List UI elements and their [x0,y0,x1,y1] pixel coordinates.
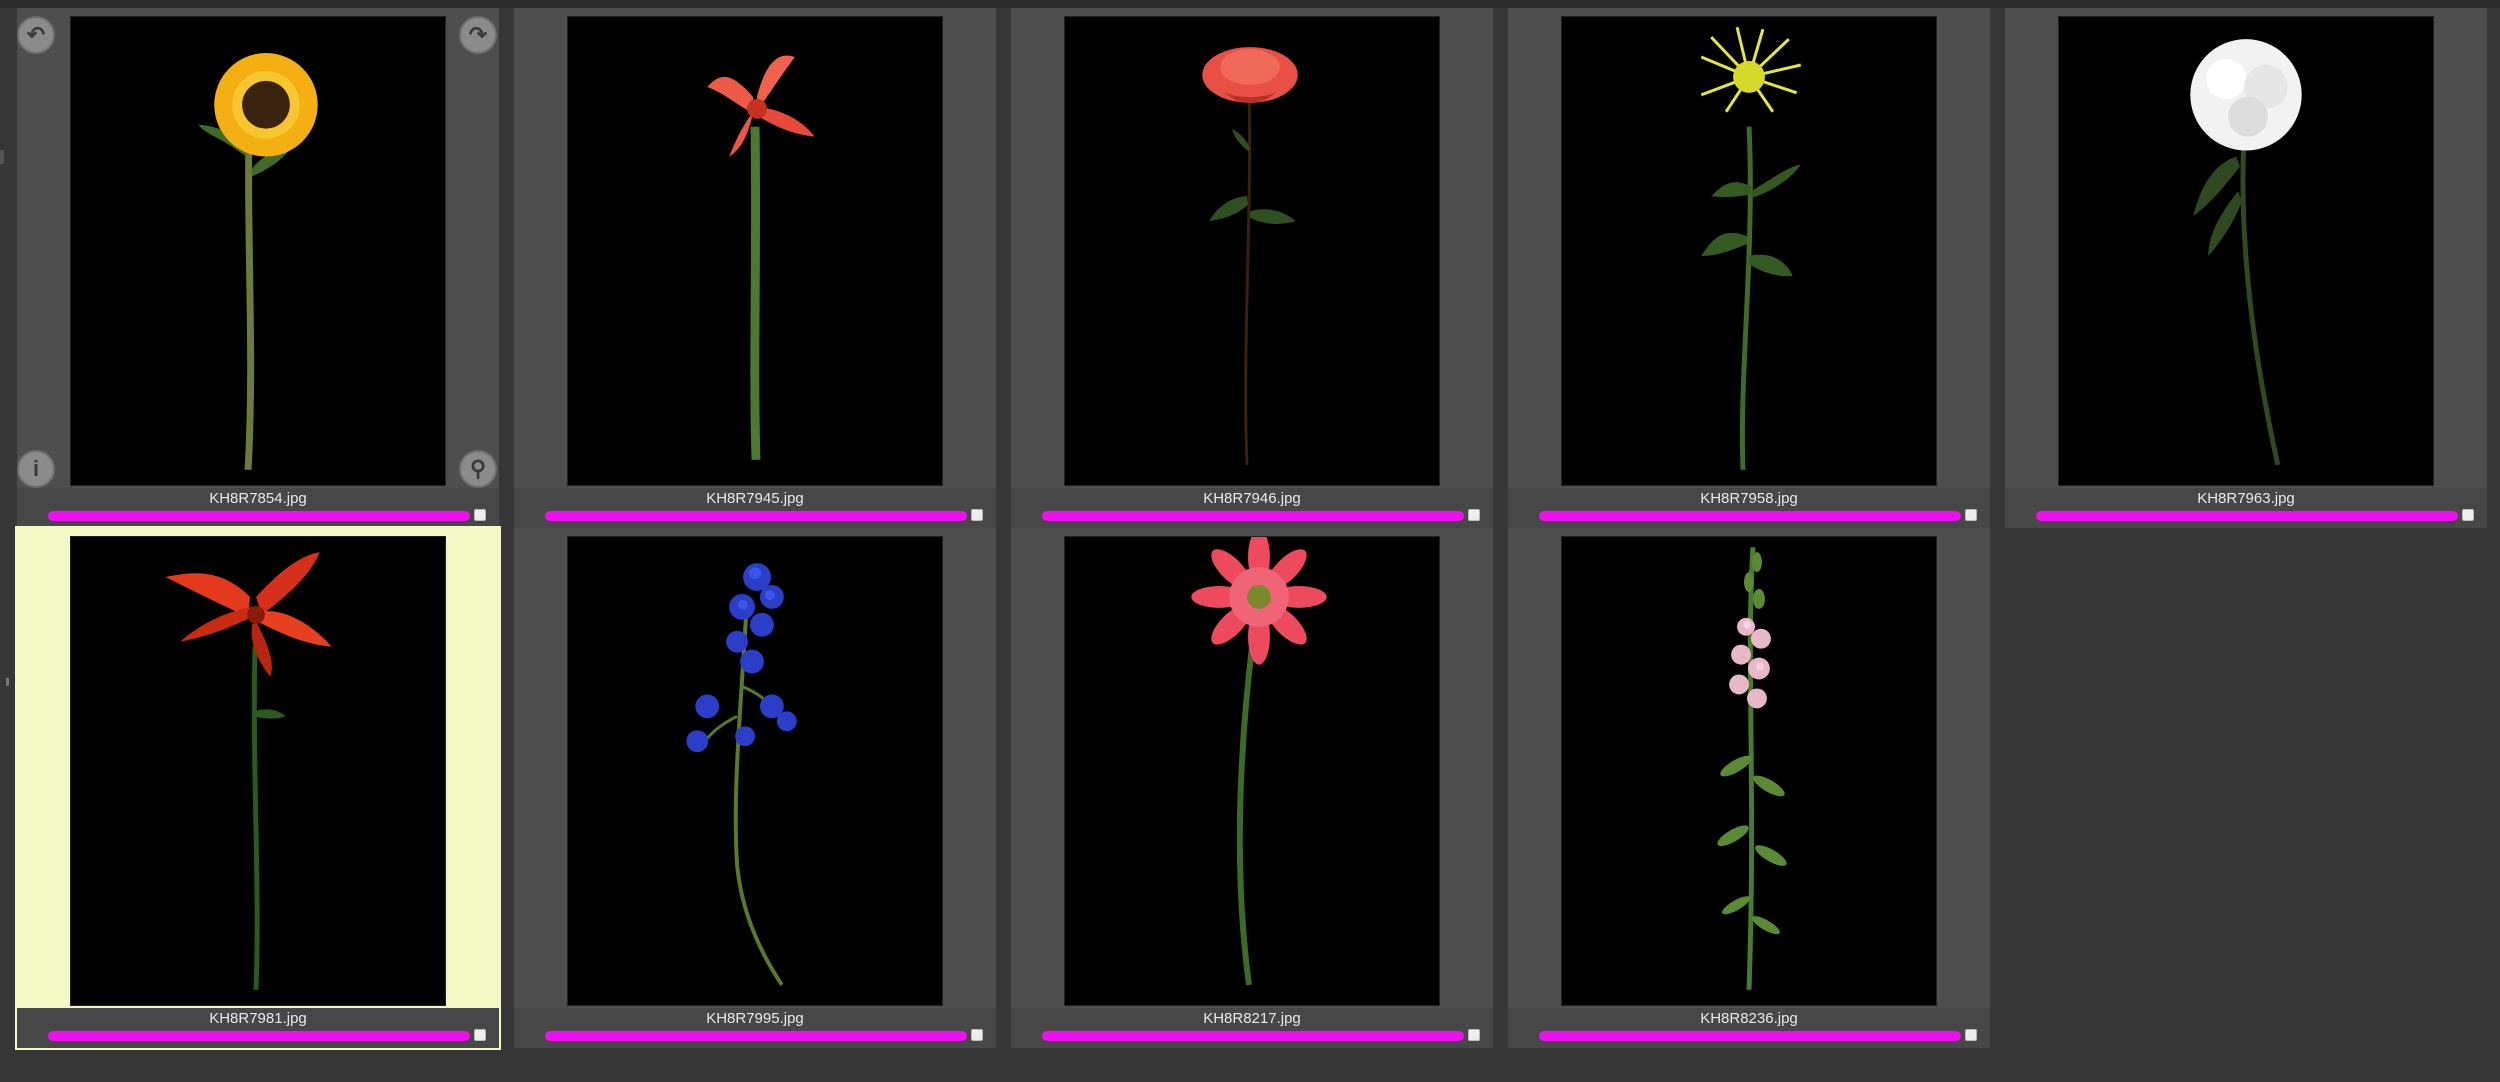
color-label-bar[interactable] [1539,1031,1961,1041]
thumbnail-filename: KH8R7995.jpg [706,1010,804,1027]
thumbnail-cell[interactable]: KH8R7945.jpg [514,8,996,528]
panel-collapse-handle[interactable] [0,150,4,164]
thumbnail-info-bar: KH8R7958.jpg [1508,488,1990,528]
info-icon[interactable]: i [17,450,55,488]
flower-image-delphinium[interactable] [567,536,943,1006]
thumbnail-info-bar: KH8R7995.jpg [514,1008,996,1048]
thumbnail-filename: KH8R7854.jpg [209,490,307,507]
color-label-bar[interactable] [545,1031,967,1041]
flower-image-gerbera[interactable] [1064,536,1440,1006]
flower-image-sunflower[interactable] [70,16,446,486]
thumbnail-info-bar: KH8R7854.jpg [17,488,499,528]
thumbnail-filename: KH8R8217.jpg [1203,1010,1301,1027]
zoom-icon[interactable]: ⚲ [459,450,497,488]
thumbnail-info-bar: KH8R7946.jpg [1011,488,1493,528]
thumbnail-filename: KH8R7946.jpg [1203,490,1301,507]
thumbnail-info-bar: KH8R8217.jpg [1011,1008,1493,1048]
flower-image-snapdragon[interactable] [1561,536,1937,1006]
select-checkbox[interactable] [971,509,983,521]
flower-image-lily[interactable] [70,536,446,1006]
thumbnail-info-bar: KH8R8236.jpg [1508,1008,1990,1048]
thumbnail-cell[interactable]: KH8R8217.jpg [1011,528,1493,1048]
thumbnail-filename: KH8R7963.jpg [2197,490,2295,507]
color-label-bar[interactable] [545,511,967,521]
rotate-left-icon[interactable]: ↶ [17,16,55,54]
select-checkbox[interactable] [1468,1029,1480,1041]
flower-image-spider-mum[interactable] [1561,16,1937,486]
color-label-bar[interactable] [1539,511,1961,521]
thumbnail-info-bar: KH8R7945.jpg [514,488,996,528]
select-checkbox[interactable] [2462,509,2474,521]
rotate-right-icon[interactable]: ↷ [459,16,497,54]
thumbnail-cell[interactable]: KH8R7946.jpg [1011,8,1493,528]
thumbnail-grid: ↶ ↷ i ⚲ KH8R7854.jpg KH8R7945.jpg KH8R79… [15,8,2490,1050]
select-checkbox[interactable] [1965,1029,1977,1041]
thumbnail-filename: KH8R7945.jpg [706,490,804,507]
color-label-bar[interactable] [48,1031,470,1041]
thumbnail-info-bar: KH8R7963.jpg [2005,488,2487,528]
top-toolbar-edge [0,0,2500,8]
flower-image-amaryllis[interactable] [567,16,943,486]
select-checkbox[interactable] [971,1029,983,1041]
select-checkbox[interactable] [1965,509,1977,521]
thumbnail-cell[interactable]: KH8R7963.jpg [2005,8,2487,528]
color-label-bar[interactable] [2036,511,2458,521]
select-checkbox[interactable] [474,509,486,521]
thumbnail-cell[interactable]: KH8R7958.jpg [1508,8,1990,528]
flower-image-rose[interactable] [1064,16,1440,486]
panel-resize-handle[interactable] [6,678,9,686]
thumbnail-cell[interactable]: KH8R7995.jpg [514,528,996,1048]
color-label-bar[interactable] [1042,1031,1464,1041]
color-label-bar[interactable] [48,511,470,521]
thumbnail-cell-selected[interactable]: KH8R7981.jpg [15,526,501,1050]
select-checkbox[interactable] [474,1029,486,1041]
flower-image-white-chrysanthemum[interactable] [2058,16,2434,486]
thumbnail-cell[interactable]: KH8R8236.jpg [1508,528,1990,1048]
color-label-bar[interactable] [1042,511,1464,521]
thumbnail-filename: KH8R7981.jpg [209,1010,307,1027]
thumbnail-cell[interactable]: ↶ ↷ i ⚲ KH8R7854.jpg [17,8,499,528]
select-checkbox[interactable] [1468,509,1480,521]
thumbnail-filename: KH8R7958.jpg [1700,490,1798,507]
thumbnail-filename: KH8R8236.jpg [1700,1010,1798,1027]
thumbnail-info-bar: KH8R7981.jpg [17,1008,499,1048]
